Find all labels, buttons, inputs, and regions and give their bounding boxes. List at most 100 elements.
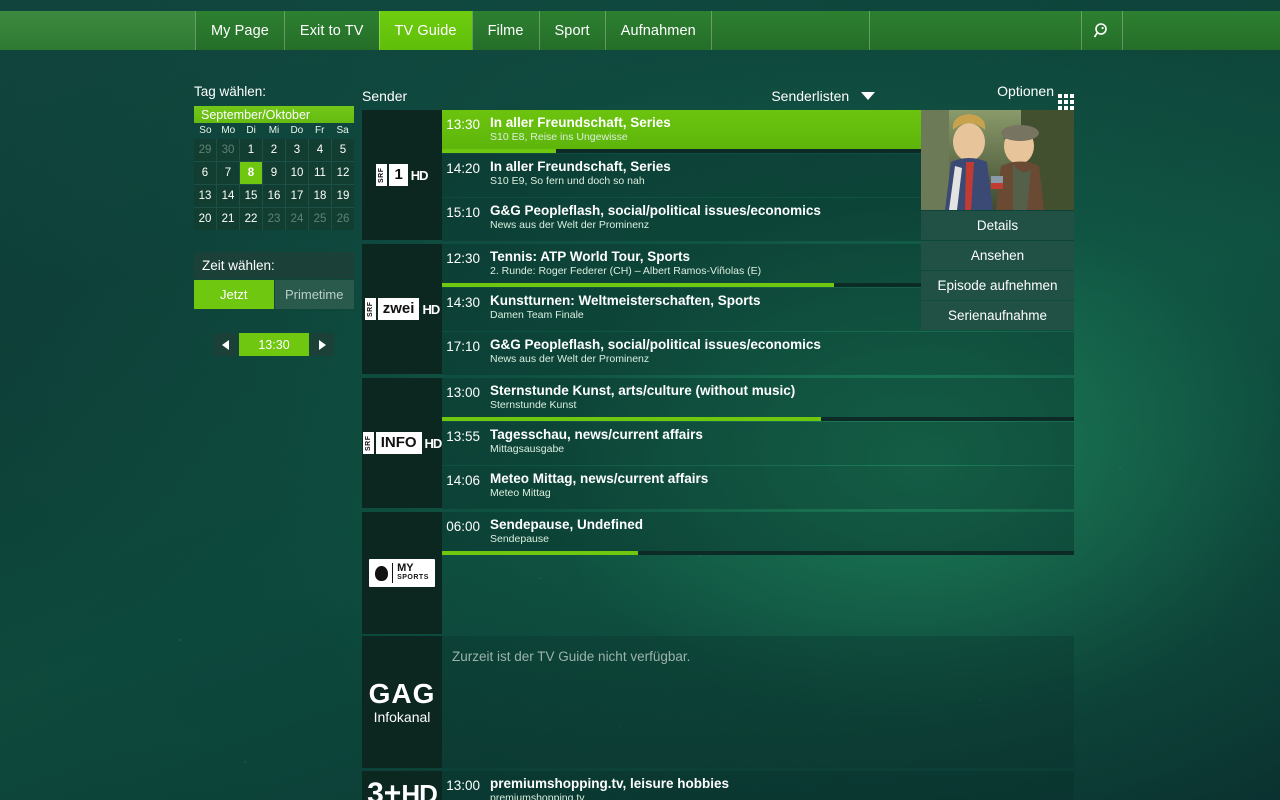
options-button-details[interactable]: Details	[921, 211, 1074, 240]
calendar-day-15[interactable]: 15	[240, 185, 262, 207]
calendar-day-22[interactable]: 22	[240, 208, 262, 230]
program-item[interactable]: 13:55 Tagesschau, news/current affairs Mit…	[442, 422, 1074, 465]
nav-filler-3	[1122, 11, 1280, 50]
search-button[interactable]	[1080, 11, 1123, 50]
program-title: premiumshopping.tv, leisure hobbies	[490, 776, 730, 791]
program-start-time: 14:20	[446, 161, 480, 176]
time-button-jetzt[interactable]: Jetzt	[194, 280, 274, 309]
program-subtitle: Mittagsausgabe	[490, 443, 565, 455]
nav-item-exit-to-tv[interactable]: Exit to TV	[283, 11, 379, 50]
program-start-time: 14:06	[446, 473, 480, 488]
srf-1-hd-logo[interactable]: SRF 1 HD	[376, 164, 429, 186]
program-subtitle: Sendepause	[490, 533, 549, 545]
calendar-day-25: 25	[309, 208, 331, 230]
channel-logo-cell[interactable]: GAG Infokanal	[362, 636, 442, 768]
calendar-day-17[interactable]: 17	[286, 185, 308, 207]
calendar-weekday-fr: Fr	[314, 125, 325, 136]
srf-info-hd-logo[interactable]: SRF INFO HD	[362, 432, 442, 454]
options-button-ansehen[interactable]: Ansehen	[921, 241, 1074, 270]
nav-item-tv-guide[interactable]: TV Guide	[378, 11, 472, 50]
program-start-time: 06:00	[446, 519, 480, 534]
channel-logo-cell[interactable]: SRF 1 HD	[362, 110, 442, 240]
calendar-day-20[interactable]: 20	[194, 208, 216, 230]
calendar-day-3[interactable]: 3	[286, 139, 308, 161]
calendar-day-16[interactable]: 16	[263, 185, 285, 207]
program-title: G&G Peopleflash, social/political issues…	[490, 337, 821, 352]
channel-programs: 06:00 Sendepause, Undefined Sendepause	[442, 512, 1074, 634]
channel-programs: Zurzeit ist der TV Guide nicht verfügbar…	[442, 636, 1074, 769]
calendar-day-7[interactable]: 7	[217, 162, 239, 184]
time-stepper-value[interactable]: 13:30	[239, 333, 309, 356]
calendar-month-title: September/Oktober	[194, 106, 354, 123]
three-plus-hd-logo[interactable]: 3+ HD	[367, 779, 438, 800]
nav-item-sport[interactable]: Sport	[538, 11, 605, 50]
calendar-day-12[interactable]: 12	[332, 162, 354, 184]
channel-programs: 13:00 premiumshopping.tv, leisure hobbies…	[442, 771, 1074, 800]
program-start-time: 13:00	[446, 778, 480, 793]
program-item[interactable]: 06:00 Sendepause, Undefined Sendepause	[442, 512, 1074, 555]
senderlisten-button[interactable]: Senderlisten	[771, 88, 849, 104]
program-progress-fill	[442, 149, 556, 153]
mysports-emblem-icon	[375, 565, 389, 581]
program-item[interactable]: 14:06 Meteo Mittag, news/current affairs M…	[442, 466, 1074, 509]
options-button-episode-aufnehmen[interactable]: Episode aufnehmen	[921, 271, 1074, 300]
gag-infokanal-logo[interactable]: GAG Infokanal	[369, 679, 436, 725]
calendar-day-8[interactable]: 8	[240, 162, 262, 184]
calendar-day-13[interactable]: 13	[194, 185, 216, 207]
calendar-day-10[interactable]: 10	[286, 162, 308, 184]
calendar-day-26: 26	[332, 208, 354, 230]
program-text: Meteo Mittag, news/current affairs Meteo …	[490, 471, 1064, 509]
srf-wordmark: SRF	[364, 298, 376, 320]
top-navigation-bar: My Page Exit to TV TV Guide Filme Sport Aufna…	[0, 11, 1280, 50]
channel-name-mark: INFO	[375, 432, 422, 454]
calendar-day-30: 30	[217, 139, 239, 161]
senderlisten-dropdown-button[interactable]	[849, 91, 887, 101]
channel-logo-cell[interactable]: MY SPORTS	[362, 512, 442, 634]
mysports-logo[interactable]: MY SPORTS	[369, 559, 435, 587]
calendar-day-18[interactable]: 18	[309, 185, 331, 207]
calendar-day-2[interactable]: 2	[263, 139, 285, 161]
search-icon	[1093, 22, 1107, 37]
nav-item-my-page[interactable]: My Page	[195, 11, 284, 50]
options-button-serienaufnahme[interactable]: Serienaufnahme	[921, 301, 1074, 330]
program-item[interactable]: 13:00 Sternstunde Kunst, arts/culture (wi…	[442, 378, 1074, 421]
calendar-day-23: 23	[263, 208, 285, 230]
calendar-day-1[interactable]: 1	[240, 139, 262, 161]
channel-row: SRF INFO HD 13:00 Sternstunde Kunst, arts/cu…	[362, 378, 1074, 510]
optionen-button[interactable]: Optionen	[997, 83, 1074, 110]
time-button-primetime[interactable]: Primetime	[274, 280, 354, 309]
time-preset-buttons: Jetzt Primetime	[194, 280, 354, 309]
program-title: Sendepause, Undefined	[490, 517, 644, 532]
nav-item-aufnahmen[interactable]: Aufnahmen	[604, 11, 711, 50]
time-stepper-next-button[interactable]	[310, 333, 334, 356]
optionen-label: Optionen	[997, 82, 1054, 99]
calendar-day-21[interactable]: 21	[217, 208, 239, 230]
channel-logo-cell[interactable]: SRF zwei HD	[362, 244, 442, 374]
thumbnail-image	[921, 110, 1074, 210]
time-stepper-prev-button[interactable]	[214, 333, 238, 356]
program-text: G&G Peopleflash, social/political issues…	[490, 337, 1064, 375]
channel-logo-cell[interactable]: 3+ HD	[362, 771, 442, 800]
channel-row: GAG Infokanal Zurzeit ist der TV Guide nic…	[362, 636, 1074, 769]
program-text: premiumshopping.tv, leisure hobbies premi…	[490, 776, 1064, 800]
calendar-day-24: 24	[286, 208, 308, 230]
calendar-day-5[interactable]: 5	[332, 139, 354, 161]
nav-left-spacer	[0, 11, 195, 50]
program-item[interactable]: 17:10 G&G Peopleflash, social/political i…	[442, 332, 1074, 375]
calendar-day-6[interactable]: 6	[194, 162, 216, 184]
sender-column-label: Sender	[362, 88, 408, 104]
hd-badge: HD	[410, 167, 429, 183]
calendar-day-11[interactable]: 11	[309, 162, 331, 184]
calendar-day-14[interactable]: 14	[217, 185, 239, 207]
nav-item-filme[interactable]: Filme	[471, 11, 539, 50]
channel-row: MY SPORTS 06:00 Sendepause, Undefined Sendep…	[362, 512, 1074, 634]
program-item[interactable]: 13:00 premiumshopping.tv, leisure hobbies…	[442, 771, 1074, 800]
channel-logo-cell[interactable]: SRF INFO HD	[362, 378, 442, 508]
calendar-day-19[interactable]: 19	[332, 185, 354, 207]
calendar-day-4[interactable]: 4	[309, 139, 331, 161]
calendar-day-9[interactable]: 9	[263, 162, 285, 184]
srf-zwei-hd-logo[interactable]: SRF zwei HD	[364, 298, 440, 320]
program-progress-bar	[442, 417, 1074, 421]
day-select-label: Tag wählen:	[194, 84, 267, 99]
channel-name-mark: zwei	[377, 298, 420, 320]
